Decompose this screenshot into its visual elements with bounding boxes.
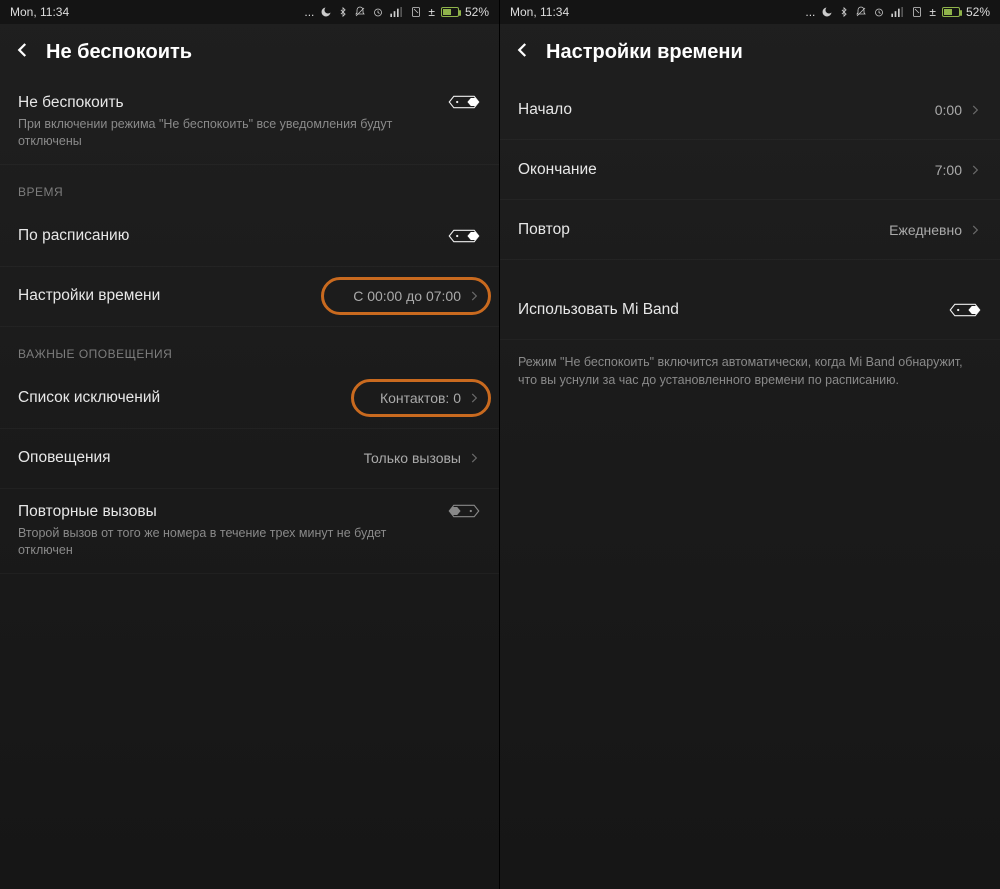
alarm-icon <box>372 6 384 18</box>
scheduled-toggle[interactable] <box>447 228 481 244</box>
alarm-icon <box>873 6 885 18</box>
repeat-calls-toggle[interactable] <box>447 503 481 519</box>
status-time: Mon, 11:34 <box>10 5 69 19</box>
sim-icon <box>410 6 422 18</box>
miband-title: Использовать Mi Band <box>518 301 948 319</box>
notifications-value: Только вызовы <box>364 450 461 466</box>
chevron-right-icon <box>968 103 982 117</box>
plus-minus-icon: ± <box>428 5 435 19</box>
back-icon[interactable] <box>14 41 32 64</box>
time-settings-value: С 00:00 до 07:00 <box>353 288 461 304</box>
section-important: ВАЖНЫЕ ОПОВЕЩЕНИЯ <box>0 327 499 369</box>
end-value: 7:00 <box>935 162 962 178</box>
signal-icon <box>390 7 404 17</box>
exceptions-value: Контактов: 0 <box>380 390 461 406</box>
notifications-row[interactable]: Оповещения Только вызовы <box>0 429 499 489</box>
miband-row[interactable]: Использовать Mi Band <box>500 280 1000 340</box>
page-header: Не беспокоить <box>0 24 499 80</box>
status-icons: ... ± 52% <box>304 5 489 19</box>
screen-dnd: Mon, 11:34 ... ± 52% Не беспокоить Не <box>0 0 500 889</box>
exceptions-row[interactable]: Список исключений Контактов: 0 <box>0 369 499 429</box>
end-time-row[interactable]: Окончание 7:00 <box>500 140 1000 200</box>
repeat-value: Ежедневно <box>889 222 962 238</box>
start-time-row[interactable]: Начало 0:00 <box>500 80 1000 140</box>
scheduled-title: По расписанию <box>18 227 447 245</box>
end-title: Окончание <box>518 161 935 179</box>
mute-icon <box>855 6 867 18</box>
scheduled-row[interactable]: По расписанию <box>0 207 499 267</box>
sim-icon <box>911 6 923 18</box>
repeat-title: Повтор <box>518 221 889 239</box>
start-value: 0:00 <box>935 102 962 118</box>
chevron-right-icon <box>467 391 481 405</box>
page-header: Настройки времени <box>500 24 1000 80</box>
chevron-right-icon <box>968 223 982 237</box>
screen-time-settings: Mon, 11:34 ... ± 52% Настройки времени Н… <box>500 0 1000 889</box>
mute-icon <box>354 6 366 18</box>
dnd-title: Не беспокоить <box>18 94 447 112</box>
battery-icon <box>441 7 459 17</box>
moon-icon <box>320 6 332 18</box>
dnd-subtitle: При включении режима "Не беспокоить" все… <box>18 116 398 150</box>
status-icons: ... ± 52% <box>805 5 990 19</box>
miband-toggle[interactable] <box>948 302 982 318</box>
repeat-calls-title: Повторные вызовы <box>18 503 447 521</box>
repeat-calls-subtitle: Второй вызов от того же номера в течение… <box>18 525 398 559</box>
exceptions-title: Список исключений <box>18 389 380 407</box>
status-bar: Mon, 11:34 ... ± 52% <box>0 0 499 24</box>
time-settings-row[interactable]: Настройки времени С 00:00 до 07:00 <box>0 267 499 327</box>
chevron-right-icon <box>968 163 982 177</box>
chevron-right-icon <box>467 289 481 303</box>
status-bar: Mon, 11:34 ... ± 52% <box>500 0 1000 24</box>
dnd-toggle-row[interactable]: Не беспокоить При включении режима "Не б… <box>0 80 499 165</box>
battery-pct: 52% <box>966 5 990 19</box>
time-settings-title: Настройки времени <box>18 287 353 305</box>
page-title: Не беспокоить <box>46 41 192 64</box>
repeat-row[interactable]: Повтор Ежедневно <box>500 200 1000 260</box>
status-time: Mon, 11:34 <box>510 5 569 19</box>
dnd-toggle[interactable] <box>447 94 481 110</box>
battery-icon <box>942 7 960 17</box>
signal-icon <box>891 7 905 17</box>
back-icon[interactable] <box>514 41 532 64</box>
more-icon: ... <box>304 5 314 19</box>
repeat-calls-row[interactable]: Повторные вызовы Второй вызов от того же… <box>0 489 499 574</box>
section-time: ВРЕМЯ <box>0 165 499 207</box>
start-title: Начало <box>518 101 935 119</box>
notifications-title: Оповещения <box>18 449 364 467</box>
battery-pct: 52% <box>465 5 489 19</box>
moon-icon <box>821 6 833 18</box>
bluetooth-icon <box>338 6 348 18</box>
miband-description: Режим "Не беспокоить" включится автомати… <box>500 340 1000 389</box>
bluetooth-icon <box>839 6 849 18</box>
chevron-right-icon <box>467 451 481 465</box>
more-icon: ... <box>805 5 815 19</box>
page-title: Настройки времени <box>546 41 743 64</box>
plus-minus-icon: ± <box>929 5 936 19</box>
